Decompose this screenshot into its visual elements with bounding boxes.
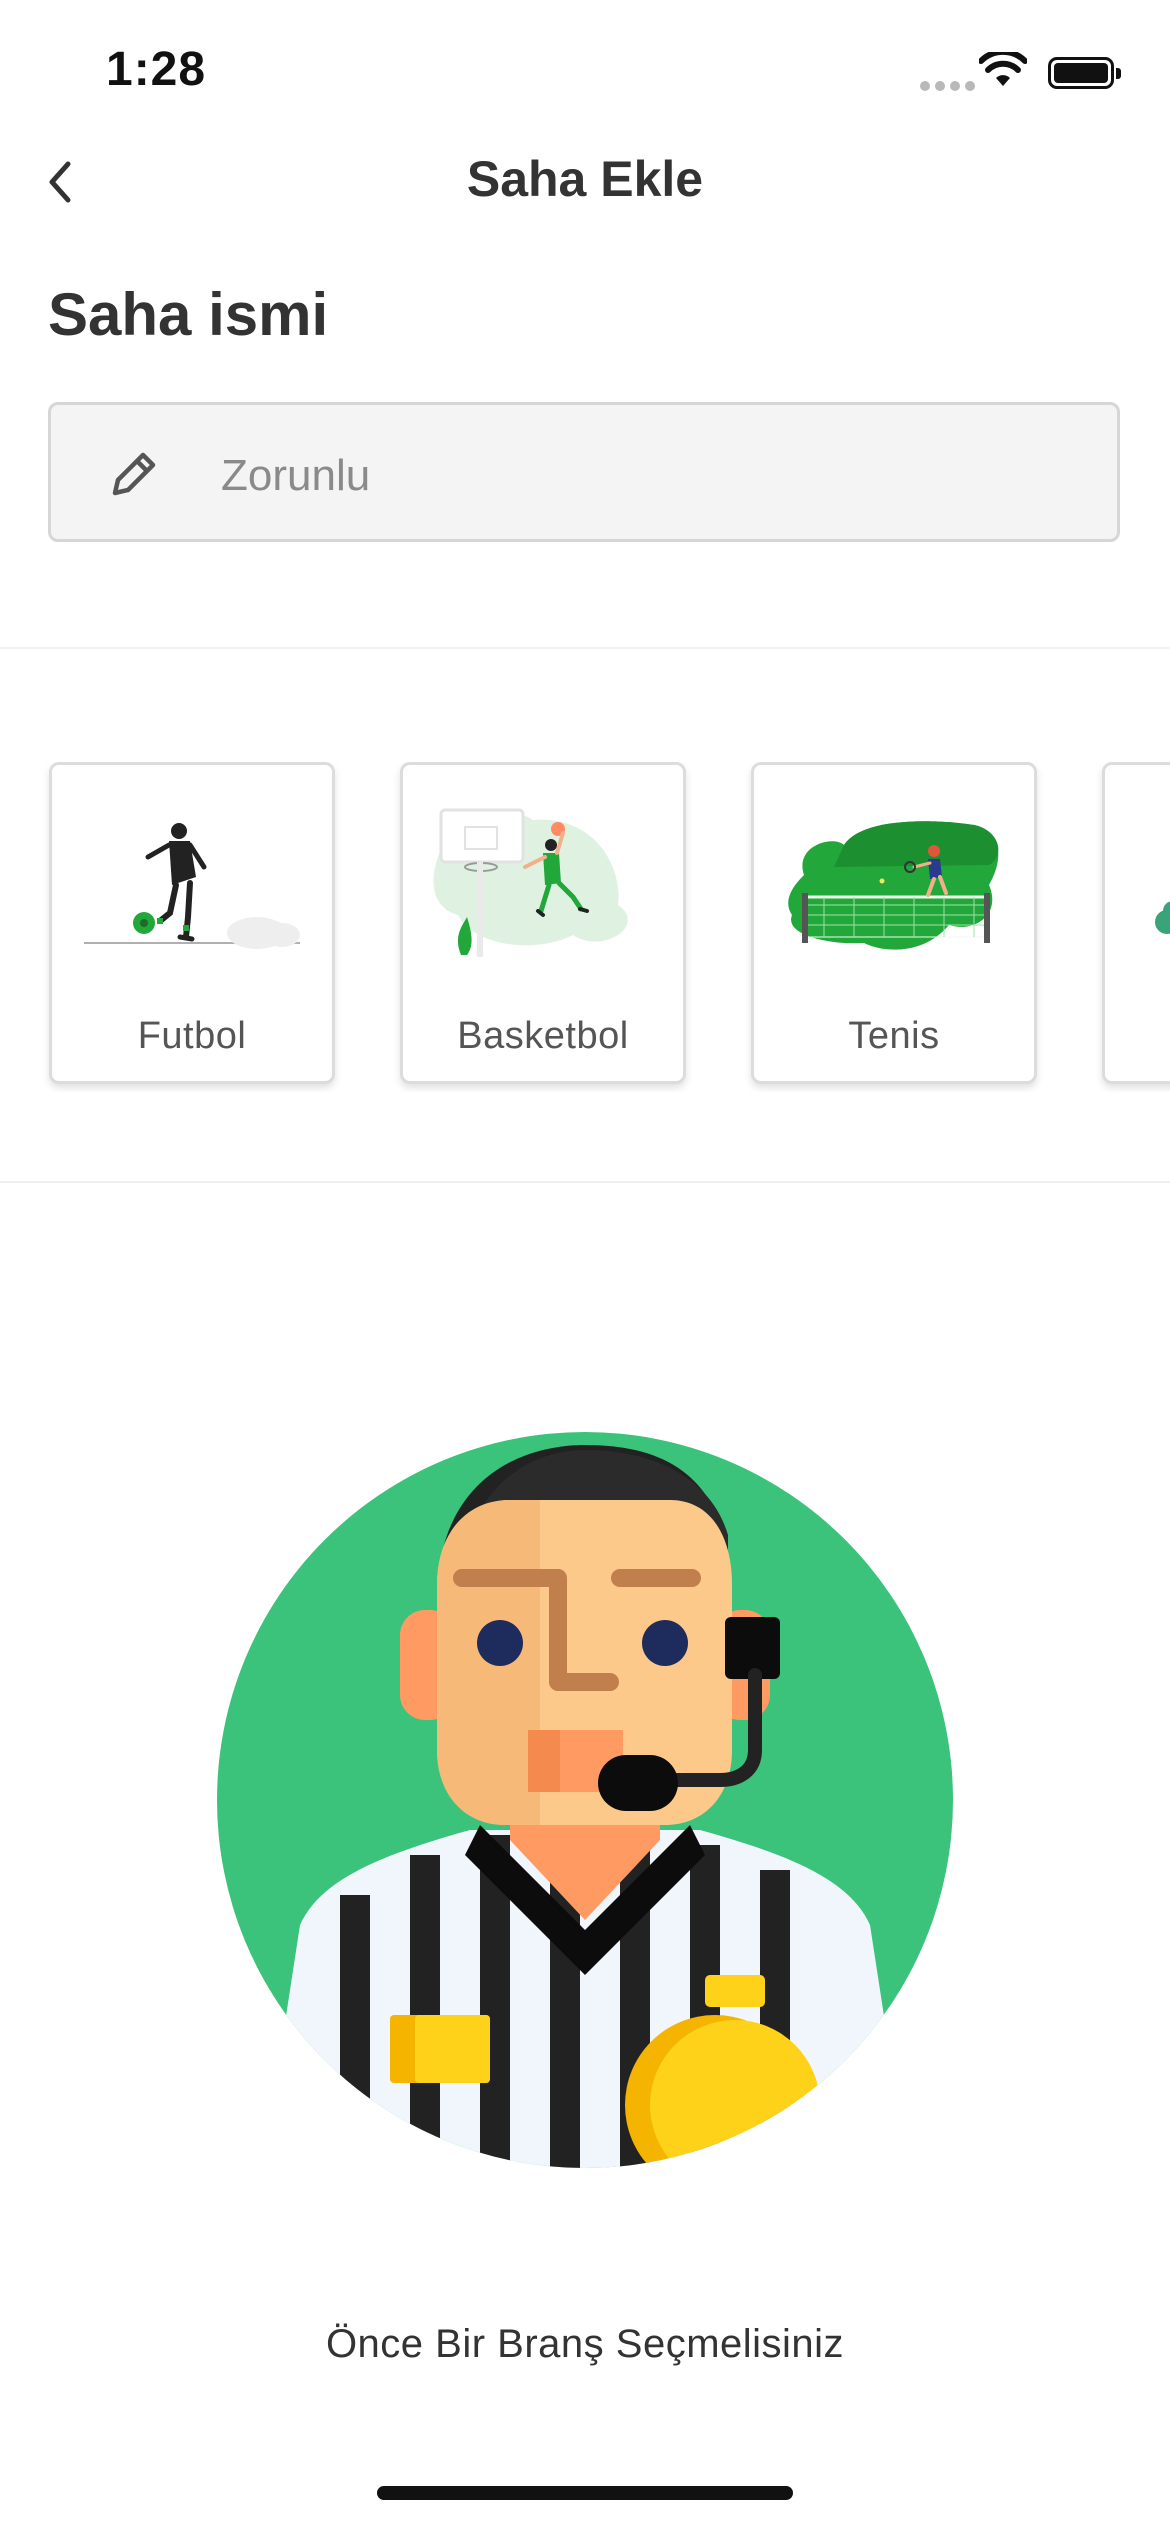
divider-bottom — [0, 1181, 1170, 1183]
basketball-player-illustration — [433, 808, 628, 957]
navigation-bar: Saha Ekle — [0, 140, 1170, 230]
sport-illustration — [1155, 901, 1170, 934]
football-player-illustration — [84, 823, 300, 949]
empty-state-message: Önce Bir Branş Seçmelisiniz — [325, 2322, 845, 2366]
status-bar: 1:28 — [0, 0, 1170, 140]
sport-label: Futbol — [137, 1015, 247, 1057]
status-time: 1:28 — [106, 43, 207, 96]
field-name-input[interactable] — [219, 435, 1083, 517]
field-name-input-container[interactable] — [48, 402, 1120, 542]
tennis-player-illustration — [788, 821, 999, 950]
sport-card-tenis[interactable]: Tenis — [751, 762, 1037, 1084]
sport-label: Basketbol — [457, 1015, 629, 1057]
wifi-icon — [979, 52, 1027, 86]
divider-top — [0, 647, 1170, 649]
sport-card-basketbol[interactable]: Basketbol — [400, 762, 686, 1084]
cellular-signal-icon — [920, 78, 980, 96]
battery-icon — [1048, 57, 1121, 89]
pencil-icon — [112, 452, 156, 496]
sport-card-futbol[interactable]: Futbol — [49, 762, 335, 1084]
sport-selector: Futbol Basketbol Tenis — [0, 762, 1170, 1092]
referee-illustration — [217, 1432, 953, 2168]
page-title: Saha Ekle — [466, 151, 704, 207]
sport-label: Tenis — [848, 1015, 940, 1057]
sport-card-partial[interactable] — [1102, 762, 1170, 1084]
field-name-label: Saha ismi — [48, 281, 329, 348]
home-indicator[interactable] — [377, 2486, 793, 2500]
